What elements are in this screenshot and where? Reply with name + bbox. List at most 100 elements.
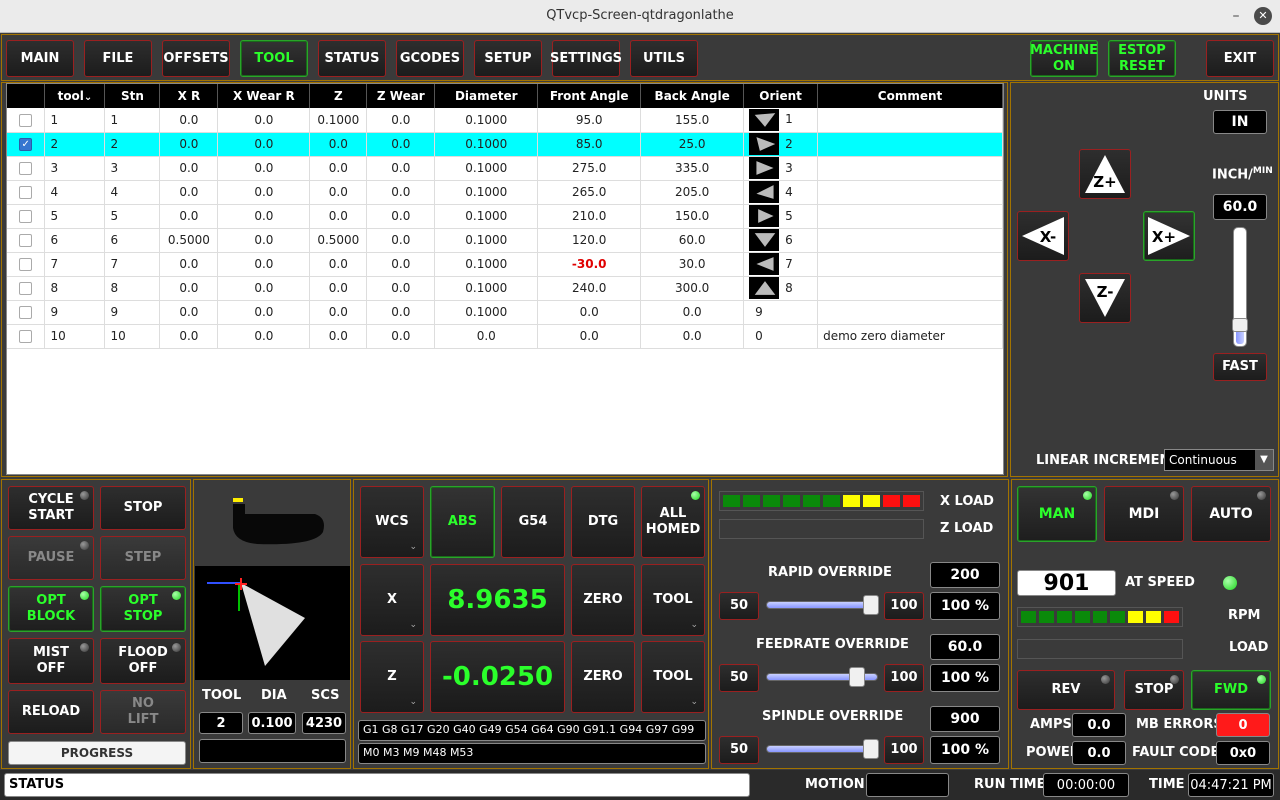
jog-z-plus-button[interactable]: Z+ — [1079, 149, 1131, 199]
cell-comment[interactable] — [817, 108, 1003, 133]
cell-stn[interactable]: 3 — [104, 156, 161, 181]
spindle-rev-button[interactable]: REV — [1017, 670, 1115, 710]
column-header[interactable]: Z — [309, 84, 368, 108]
cell-orient[interactable]: 4 — [743, 180, 819, 205]
cell-tool[interactable]: 9 — [44, 300, 106, 325]
row-checkbox[interactable] — [19, 258, 33, 271]
step-button[interactable]: STEP — [100, 536, 186, 580]
row-checkbox[interactable] — [19, 113, 33, 127]
cell-xr[interactable]: 0.0 — [159, 132, 219, 157]
column-header[interactable]: Z Wear — [366, 84, 436, 108]
row-checkbox[interactable] — [19, 162, 33, 175]
row-checkbox-cell[interactable] — [7, 276, 46, 301]
wcs-button[interactable]: WCS ⌄ — [360, 486, 424, 558]
column-header[interactable]: tool⌄ — [44, 84, 106, 108]
cell-front[interactable]: 240.0 — [537, 276, 642, 301]
cell-stn[interactable]: 7 — [104, 252, 161, 277]
table-row[interactable]: 5 5 0.0 0.0 0.0 0.0 0.1000 210.0 150.0 5 — [7, 204, 1003, 229]
row-checkbox[interactable] — [19, 234, 33, 247]
feed-slider-handle[interactable] — [848, 667, 865, 687]
x-axis-button[interactable]: X ⌄ — [360, 564, 424, 636]
cell-tool[interactable]: 2 — [44, 132, 106, 157]
feed-50-button[interactable]: 50 — [719, 664, 759, 692]
cell-tool[interactable]: 5 — [44, 204, 106, 229]
spindle-50-button[interactable]: 50 — [719, 736, 759, 764]
mode-auto-button[interactable]: AUTO — [1191, 486, 1271, 542]
cell-tool[interactable]: 10 — [44, 324, 106, 349]
cell-front[interactable]: 0.0 — [537, 324, 642, 349]
cell-stn[interactable]: 10 — [104, 324, 161, 349]
tab-file[interactable]: FILE — [84, 40, 152, 77]
cell-xwear[interactable]: 0.0 — [217, 108, 311, 133]
cell-xwear[interactable]: 0.0 — [217, 204, 311, 229]
row-checkbox-cell[interactable] — [7, 108, 46, 133]
row-checkbox-cell[interactable] — [7, 204, 46, 229]
cell-zwear[interactable]: 0.0 — [366, 276, 436, 301]
cell-back[interactable]: 300.0 — [640, 276, 745, 301]
cell-comment[interactable] — [817, 132, 1003, 157]
cell-front[interactable]: 265.0 — [537, 180, 642, 205]
cell-z[interactable]: 0.1000 — [309, 108, 368, 133]
column-header[interactable]: Diameter — [434, 84, 539, 108]
estop-reset-button[interactable]: ESTOP RESET — [1108, 40, 1176, 77]
table-row[interactable]: 8 8 0.0 0.0 0.0 0.0 0.1000 240.0 300.0 8 — [7, 276, 1003, 301]
cell-zwear[interactable]: 0.0 — [366, 180, 436, 205]
cell-back[interactable]: 0.0 — [640, 324, 745, 349]
cell-tool[interactable]: 4 — [44, 180, 106, 205]
cell-back[interactable]: 25.0 — [640, 132, 745, 157]
cell-dia[interactable]: 0.1000 — [434, 276, 539, 301]
linear-increment-select[interactable]: Continuous ▼ — [1164, 449, 1274, 471]
table-row[interactable]: 10 10 0.0 0.0 0.0 0.0 0.0 0.0 0.0 0 demo zero diam… — [7, 324, 1003, 349]
cell-dia[interactable]: 0.1000 — [434, 132, 539, 157]
table-row[interactable]: 7 7 0.0 0.0 0.0 0.0 0.1000 -30.0 30.0 7 — [7, 252, 1003, 277]
cell-z[interactable]: 0.5000 — [309, 228, 368, 253]
row-checkbox[interactable] — [19, 186, 33, 199]
jog-rate-slider[interactable] — [1232, 227, 1248, 347]
rapid-50-button[interactable]: 50 — [719, 592, 759, 620]
reload-button[interactable]: RELOAD — [8, 690, 94, 734]
flood-button[interactable]: FLOOD OFF — [100, 638, 186, 684]
rapid-override-slider[interactable] — [766, 595, 879, 615]
column-header[interactable]: Stn — [104, 84, 161, 108]
z-zero-button[interactable]: ZERO — [571, 641, 635, 713]
cell-back[interactable]: 150.0 — [640, 204, 745, 229]
row-checkbox-cell[interactable] — [7, 228, 46, 253]
cell-front[interactable]: 120.0 — [537, 228, 642, 253]
cell-xr[interactable]: 0.0 — [159, 180, 219, 205]
z-tool-button[interactable]: TOOL ⌄ — [641, 641, 705, 713]
tab-main[interactable]: MAIN — [6, 40, 74, 77]
cell-xr[interactable]: 0.0 — [159, 300, 219, 325]
row-checkbox-cell[interactable] — [7, 252, 46, 277]
column-header[interactable]: Comment — [817, 84, 1003, 108]
cell-stn[interactable]: 2 — [104, 132, 161, 157]
cell-comment[interactable] — [817, 228, 1003, 253]
cell-orient[interactable]: 5 — [743, 204, 819, 229]
g54-button[interactable]: G54 — [501, 486, 565, 558]
cell-dia[interactable]: 0.1000 — [434, 180, 539, 205]
cell-dia[interactable]: 0.1000 — [434, 300, 539, 325]
rapid-slider-handle[interactable] — [863, 595, 879, 615]
cell-xwear[interactable]: 0.0 — [217, 132, 311, 157]
tab-tool[interactable]: TOOL — [240, 40, 308, 77]
cell-zwear[interactable]: 0.0 — [366, 204, 436, 229]
column-header[interactable]: Front Angle — [537, 84, 642, 108]
cell-zwear[interactable]: 0.0 — [366, 108, 436, 133]
mode-man-button[interactable]: MAN — [1017, 486, 1097, 542]
cell-zwear[interactable]: 0.0 — [366, 156, 436, 181]
table-row[interactable]: 1 1 0.0 0.0 0.1000 0.0 0.1000 95.0 155.0 1 — [7, 108, 1003, 133]
cell-xr[interactable]: 0.5000 — [159, 228, 219, 253]
cell-dia[interactable]: 0.1000 — [434, 228, 539, 253]
cell-xwear[interactable]: 0.0 — [217, 156, 311, 181]
cell-back[interactable]: 155.0 — [640, 108, 745, 133]
cell-back[interactable]: 335.0 — [640, 156, 745, 181]
column-header[interactable]: X Wear R — [217, 84, 311, 108]
fast-button[interactable]: FAST — [1213, 353, 1267, 381]
cell-xr[interactable]: 0.0 — [159, 276, 219, 301]
cell-comment[interactable] — [817, 156, 1003, 181]
cell-front[interactable]: 0.0 — [537, 300, 642, 325]
row-checkbox[interactable] — [19, 210, 33, 223]
table-row[interactable]: 4 4 0.0 0.0 0.0 0.0 0.1000 265.0 205.0 4 — [7, 180, 1003, 205]
cell-tool[interactable]: 1 — [44, 108, 106, 133]
cell-back[interactable]: 30.0 — [640, 252, 745, 277]
z-axis-button[interactable]: Z ⌄ — [360, 641, 424, 713]
